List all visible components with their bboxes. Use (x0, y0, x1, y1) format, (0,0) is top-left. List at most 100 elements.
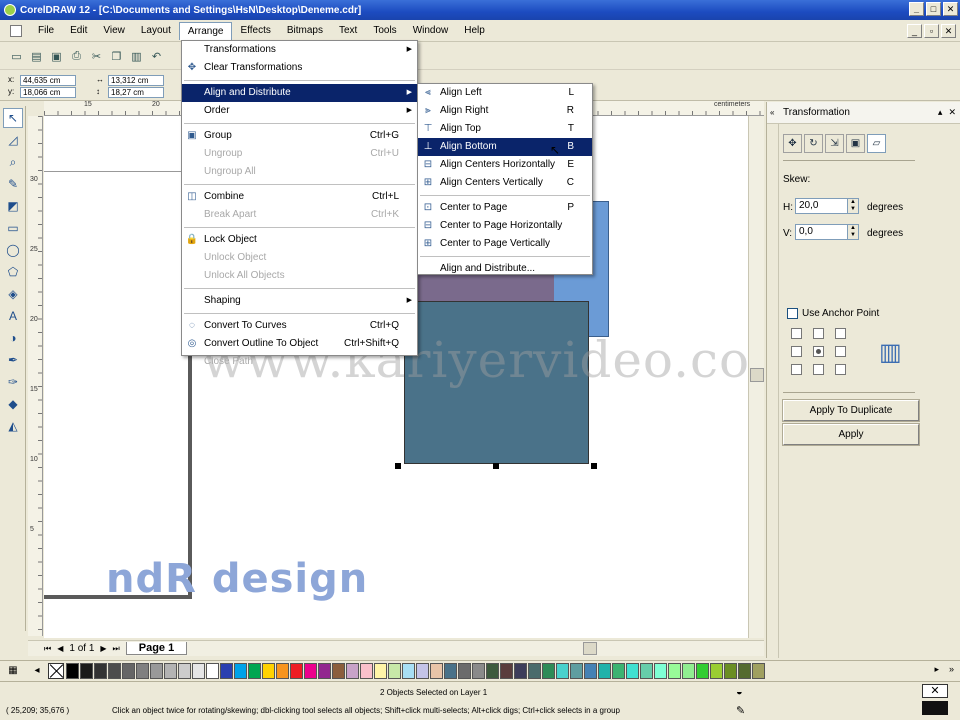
menu-item-convert-to-curves[interactable]: ◌ Convert To Curves Ctrl+Q (182, 317, 417, 335)
color-swatch[interactable] (486, 662, 499, 679)
width-field[interactable]: 13,312 cm (108, 75, 164, 86)
color-swatch[interactable] (262, 662, 275, 679)
doc-minimize-button[interactable]: _ (907, 24, 922, 38)
next-page-icon[interactable]: ▶ (100, 644, 106, 653)
page-tab[interactable]: Page 1 (125, 642, 188, 655)
y-position-field[interactable]: 18,066 cm (20, 87, 76, 98)
doc-close-button[interactable]: ✕ (941, 24, 956, 38)
anchor-middle-right[interactable] (835, 346, 846, 357)
palette-scroll-right-icon[interactable]: ▸ (934, 664, 939, 675)
color-swatch[interactable] (612, 662, 625, 679)
maximize-button[interactable]: □ (926, 2, 941, 16)
menu-item-align-top[interactable]: ⊤ Align Top T (418, 120, 592, 138)
color-swatch[interactable] (402, 662, 415, 679)
skew-v-input[interactable]: 0,0 (795, 224, 853, 240)
text-tool-icon[interactable]: A (3, 306, 23, 326)
close-button[interactable]: ✕ (943, 2, 958, 16)
size-tab-icon[interactable]: ▣ (846, 134, 865, 153)
rectangle-tool-icon[interactable]: ▭ (3, 218, 23, 238)
vertical-scroll-thumb[interactable] (750, 368, 764, 382)
color-swatch[interactable] (318, 662, 331, 679)
vertical-scrollbar[interactable] (748, 116, 764, 638)
menu-item-group[interactable]: ▣ Group Ctrl+G (182, 127, 417, 145)
color-swatch[interactable] (136, 662, 149, 679)
menu-item-transformations[interactable]: Transformations ▶ (182, 41, 417, 59)
menu-item-clear-transformations[interactable]: ✥ Clear Transformations (182, 59, 417, 77)
color-swatch[interactable] (556, 662, 569, 679)
outline-tool-icon[interactable]: ✑ (3, 372, 23, 392)
color-swatch[interactable] (724, 662, 737, 679)
menu-item-center-to-page-vertically[interactable]: ⊞ Center to Page Vertically (418, 235, 592, 253)
skew-h-spinner[interactable]: ▲ ▼ (847, 198, 859, 214)
menu-item-align-centers-vertically[interactable]: ⊞ Align Centers Vertically C (418, 174, 592, 192)
docker-collapse-icon[interactable]: « (770, 108, 774, 117)
palette-expand-icon[interactable]: » (949, 664, 954, 675)
shape-tool-icon[interactable]: ◿ (3, 130, 23, 150)
menu-item-align-right[interactable]: ⫸ Align Right R (418, 102, 592, 120)
paste-icon[interactable]: ▥ (128, 48, 145, 65)
horizontal-scroll-thumb[interactable] (583, 642, 597, 655)
color-swatch[interactable] (738, 662, 751, 679)
color-swatch[interactable] (150, 662, 163, 679)
skew-tab-icon[interactable]: ▱ (867, 134, 886, 153)
color-swatch[interactable] (682, 662, 695, 679)
color-swatch[interactable] (640, 662, 653, 679)
apply-to-duplicate-button[interactable]: Apply To Duplicate (783, 400, 919, 421)
color-swatch[interactable] (416, 662, 429, 679)
menu-item-align-and-distribute[interactable]: Align and Distribute ▶ (182, 84, 417, 102)
menu-tools[interactable]: Tools (365, 22, 404, 39)
palette-scroll-left-icon[interactable]: ◂ (28, 663, 46, 679)
interactive-fill-tool-icon[interactable]: ◭ (3, 416, 23, 436)
zoom-tool-icon[interactable]: ⌕ (3, 152, 23, 172)
freehand-tool-icon[interactable]: ✎ (3, 174, 23, 194)
anchor-top-right[interactable] (835, 328, 846, 339)
menu-item-shaping[interactable]: Shaping ▶ (182, 292, 417, 310)
new-icon[interactable]: ▭ (8, 48, 25, 65)
color-swatch[interactable] (626, 662, 639, 679)
color-swatch[interactable] (528, 662, 541, 679)
docker-close-icon[interactable]: ✕ (948, 107, 956, 118)
color-swatch[interactable] (570, 662, 583, 679)
menu-window[interactable]: Window (405, 22, 457, 39)
menu-item-center-to-page[interactable]: ⊡ Center to Page P (418, 199, 592, 217)
outline-pen-icon[interactable]: ✎ (736, 704, 745, 717)
interactive-blend-tool-icon[interactable]: ◑ (3, 328, 23, 348)
cut-icon[interactable]: ✂ (88, 48, 105, 65)
color-swatch[interactable] (248, 662, 261, 679)
color-swatch[interactable] (598, 662, 611, 679)
color-swatch[interactable] (514, 662, 527, 679)
color-swatch[interactable] (696, 662, 709, 679)
anchor-top-left[interactable] (791, 328, 802, 339)
color-swatch[interactable] (542, 662, 555, 679)
menu-layout[interactable]: Layout (133, 22, 179, 39)
smart-fill-tool-icon[interactable]: ◩ (3, 196, 23, 216)
open-icon[interactable]: ▤ (28, 48, 45, 65)
color-swatch[interactable] (458, 662, 471, 679)
color-swatch[interactable] (444, 662, 457, 679)
color-swatch[interactable] (500, 662, 513, 679)
apply-button[interactable]: Apply (783, 424, 919, 445)
color-swatch[interactable] (94, 662, 107, 679)
fill-tool-icon[interactable]: ◆ (3, 394, 23, 414)
palette-menu-icon[interactable]: ▦ (4, 663, 22, 679)
skew-h-input[interactable]: 20,0 (795, 198, 853, 214)
color-swatch[interactable] (192, 662, 205, 679)
scale-tab-icon[interactable]: ⇲ (825, 134, 844, 153)
undo-icon[interactable]: ↶ (148, 48, 165, 65)
menu-bitmaps[interactable]: Bitmaps (279, 22, 331, 39)
menu-item-center-to-page-horizontally[interactable]: ⊟ Center to Page Horizontally (418, 217, 592, 235)
color-swatch[interactable] (80, 662, 93, 679)
color-swatch[interactable] (234, 662, 247, 679)
anchor-top-center[interactable] (813, 328, 824, 339)
anchor-middle-left[interactable] (791, 346, 802, 357)
menu-item-align-centers-horizontally[interactable]: ⊟ Align Centers Horizontally E (418, 156, 592, 174)
x-position-field[interactable]: 44,635 cm (20, 75, 76, 86)
color-swatch[interactable] (276, 662, 289, 679)
menu-effects[interactable]: Effects (232, 22, 278, 39)
first-page-icon[interactable]: ⏮ (44, 644, 51, 654)
last-page-icon[interactable]: ⏭ (113, 644, 120, 654)
selection-handle[interactable] (591, 463, 597, 469)
menu-item-order[interactable]: Order ▶ (182, 102, 417, 120)
menu-arrange[interactable]: Arrange (178, 21, 233, 40)
menu-view[interactable]: View (95, 22, 133, 39)
